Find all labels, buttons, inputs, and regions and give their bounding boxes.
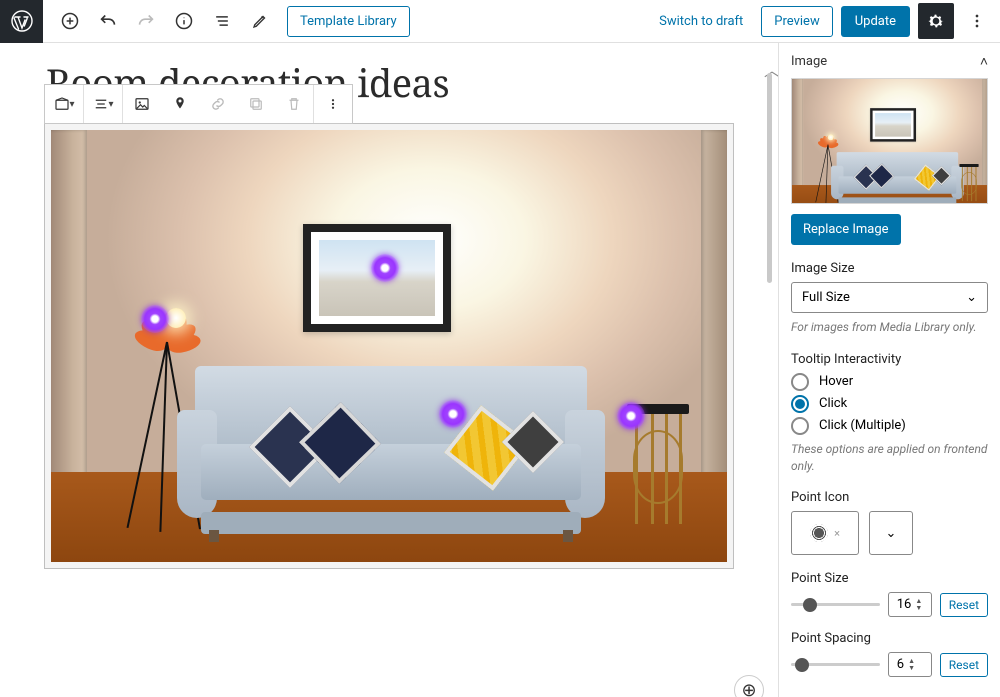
redo-icon [135, 10, 157, 32]
chevron-down-icon: ▾ [69, 99, 74, 110]
point-icon-label: Point Icon [791, 490, 988, 505]
top-left-tools [53, 4, 277, 38]
point-spacing-input[interactable]: 6▲▼ [888, 652, 932, 677]
point-spacing-label: Point Spacing [791, 631, 988, 646]
sidebar-section-title: Image [791, 54, 827, 69]
copy-icon [247, 95, 265, 113]
point-spacing-reset-button[interactable]: Reset [940, 653, 988, 677]
image-size-label: Image Size [791, 261, 988, 276]
wordpress-icon [10, 9, 34, 33]
editor-canvas: ︿ Room decoration ideas ▾ ▾ [0, 43, 778, 697]
block-toolbar: ▾ ▾ [44, 84, 353, 124]
inspector-sidebar: Image ˄ Replace Image Image Size Full Si… [778, 43, 1000, 697]
redo-button[interactable] [129, 4, 163, 38]
point-glyph-icon [810, 524, 828, 542]
image-hotspot-block[interactable]: ▾ ▾ [44, 123, 734, 569]
info-icon [174, 11, 194, 31]
undo-button[interactable] [91, 4, 125, 38]
plus-circle-icon [60, 11, 80, 31]
hotspot-image[interactable] [51, 130, 727, 562]
point-size-label: Point Size [791, 571, 988, 586]
image-size-select[interactable]: Full Size ⌄ [791, 282, 988, 313]
undo-icon [97, 10, 119, 32]
align-button[interactable]: ▾ [84, 85, 122, 123]
radio-label: Click (Multiple) [819, 418, 906, 433]
settings-button[interactable] [918, 3, 954, 39]
plus-icon: ⊕ [741, 680, 756, 697]
editor-topbar: Template Library Switch to draft Preview… [0, 0, 1000, 43]
edit-button[interactable] [243, 4, 277, 38]
step-down-icon[interactable]: ▼ [915, 605, 922, 612]
add-block-after-button[interactable]: ⊕ [734, 675, 764, 697]
link-button [199, 85, 237, 123]
point-icon-preview[interactable]: × [791, 511, 859, 555]
radio-icon [791, 395, 809, 413]
template-library-button[interactable]: Template Library [287, 6, 410, 37]
image-thumbnail[interactable] [791, 78, 988, 204]
top-right-tools: Switch to draft Preview Update [649, 3, 1000, 39]
step-down-icon[interactable]: ▼ [908, 665, 915, 672]
sofa [181, 356, 601, 540]
delete-button [275, 85, 313, 123]
hotspot-point[interactable] [439, 400, 467, 428]
outline-button[interactable] [205, 4, 239, 38]
pin-icon [171, 95, 189, 113]
tooltip-help: These options are applied on frontend on… [791, 441, 988, 475]
gear-icon [926, 11, 946, 31]
number-value: 6 [897, 657, 904, 672]
trash-icon [285, 95, 303, 113]
edit-image-button[interactable] [123, 85, 161, 123]
tooltip-option-hover[interactable]: Hover [791, 373, 988, 391]
pencil-icon [251, 12, 269, 30]
chevron-down-icon: ▾ [108, 99, 113, 110]
canvas-scrollbar[interactable]: ︿ [766, 57, 774, 597]
add-block-button[interactable] [53, 4, 87, 38]
clear-icon-button[interactable]: × [834, 527, 840, 540]
image-size-value: Full Size [802, 290, 850, 305]
radio-label: Click [819, 396, 847, 411]
number-value: 16 [897, 597, 912, 612]
link-icon [209, 95, 227, 113]
chevron-down-icon: ⌄ [966, 290, 977, 305]
hotspot-point[interactable] [371, 254, 399, 282]
radio-icon [791, 417, 809, 435]
image-size-help: For images from Media Library only. [791, 319, 988, 336]
block-more-button[interactable] [314, 85, 352, 123]
scrollbar-thumb[interactable] [767, 73, 772, 283]
wordpress-logo[interactable] [0, 0, 43, 43]
image-icon [133, 95, 151, 113]
point-size-slider[interactable] [791, 596, 880, 614]
chevron-up-icon: ︿ [764, 57, 774, 71]
chevron-down-icon: ⌄ [886, 526, 897, 541]
point-size-reset-button[interactable]: Reset [940, 593, 988, 617]
more-vertical-icon [324, 95, 342, 113]
update-button[interactable]: Update [841, 6, 910, 37]
point-icon-dropdown[interactable]: ⌄ [869, 511, 913, 555]
tooltip-option-click-multiple[interactable]: Click (Multiple) [791, 417, 988, 435]
tooltip-option-click[interactable]: Click [791, 395, 988, 413]
block-type-button[interactable]: ▾ [45, 85, 83, 123]
more-vertical-icon [967, 11, 987, 31]
point-spacing-slider[interactable] [791, 656, 880, 674]
info-button[interactable] [167, 4, 201, 38]
radio-label: Hover [819, 374, 853, 389]
more-menu-button[interactable] [962, 3, 992, 39]
list-icon [212, 11, 232, 31]
tooltip-interactivity-label: Tooltip Interactivity [791, 352, 988, 367]
hotspot-point[interactable] [141, 305, 169, 333]
collapse-panel-button[interactable]: ˄ [980, 53, 988, 70]
switch-to-draft-link[interactable]: Switch to draft [649, 8, 753, 35]
radio-icon [791, 373, 809, 391]
hotspot-point[interactable] [617, 402, 645, 430]
duplicate-button [237, 85, 275, 123]
preview-button[interactable]: Preview [761, 6, 832, 37]
point-size-input[interactable]: 16▲▼ [888, 592, 932, 617]
add-point-button[interactable] [161, 85, 199, 123]
replace-image-button[interactable]: Replace Image [791, 214, 901, 245]
